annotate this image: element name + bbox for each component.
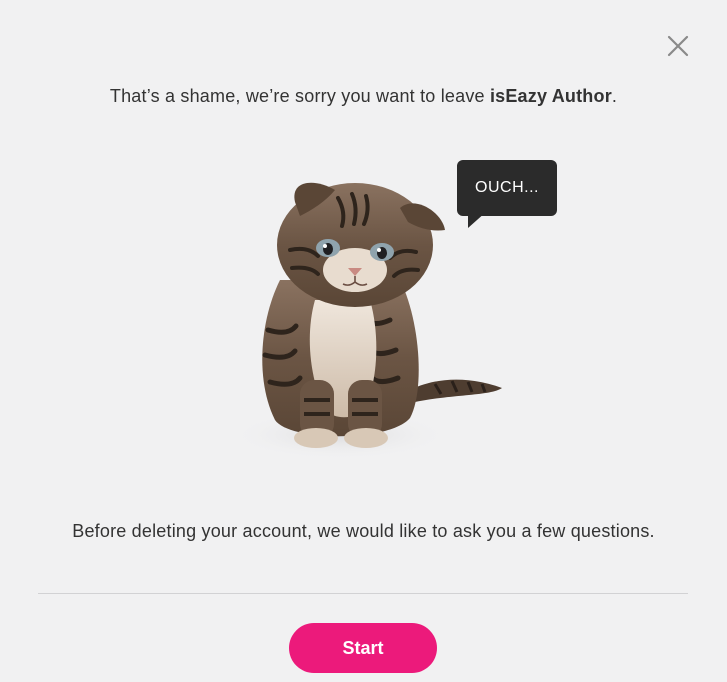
start-button[interactable]: Start — [289, 623, 437, 673]
speech-bubble: OUCH... — [457, 160, 557, 216]
leave-dialog: That’s a shame, we’re sorry you want to … — [0, 0, 727, 682]
dialog-body-text: Before deleting your account, we would l… — [72, 521, 655, 541]
close-icon — [667, 35, 689, 57]
speech-bubble-tail — [468, 212, 486, 228]
headline-text: That’s a shame, we’re sorry you want to … — [109, 86, 490, 106]
close-button[interactable] — [666, 34, 690, 58]
app-name: isEazy Author — [489, 86, 612, 106]
speech-bubble-text: OUCH... — [475, 179, 539, 196]
headline-suffix: . — [611, 86, 618, 106]
dialog-headline: That’s a shame, we’re sorry you want to … — [0, 86, 727, 107]
divider — [38, 593, 688, 594]
